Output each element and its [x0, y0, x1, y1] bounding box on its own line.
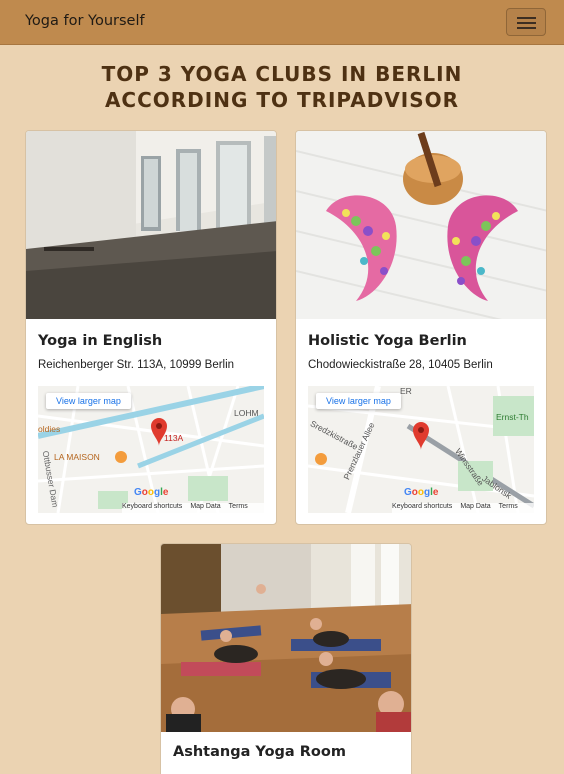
map-label-place: LA MAISON: [54, 452, 100, 462]
map-data-link[interactable]: Map Data: [190, 503, 220, 510]
club-card-yoga-in-english: Yoga in English Reichenberger Str. 113A,…: [25, 130, 277, 525]
map-label-area: oldies: [38, 424, 61, 434]
keyboard-shortcuts-link[interactable]: Keyboard shortcuts: [122, 503, 182, 510]
club-card-holistic-yoga-berlin: Holistic Yoga Berlin Chodowieckistraße 2…: [295, 130, 547, 525]
page-title: TOP 3 YOGA CLUBS IN BERLIN ACCORDING TO …: [101, 62, 463, 112]
map-label-poi: Ernst-Th: [496, 412, 529, 422]
view-larger-map-link[interactable]: View larger map: [46, 393, 131, 409]
hamburger-line: [517, 22, 536, 24]
terms-link[interactable]: Terms: [229, 503, 248, 510]
google-logo: Google: [404, 487, 439, 498]
studio-photo: [26, 131, 276, 319]
club-name: Ashtanga Yoga Room: [173, 744, 346, 760]
club-name: Yoga in English: [38, 333, 163, 349]
map-label-street: LOHM: [234, 408, 259, 418]
google-map[interactable]: View larger map ER Ernst-Th Sredzkistraß…: [308, 386, 534, 513]
map-label-top: ER: [400, 386, 412, 396]
map-footer: Keyboard shortcuts Map Data Terms: [122, 503, 264, 513]
meditation-pillows-photo: [296, 131, 546, 319]
map-footer: Keyboard shortcuts Map Data Terms: [392, 503, 534, 513]
google-logo: Google: [134, 487, 169, 498]
keyboard-shortcuts-link[interactable]: Keyboard shortcuts: [392, 503, 452, 510]
navbar: Yoga for Yourself: [0, 0, 564, 45]
club-name: Holistic Yoga Berlin: [308, 333, 467, 349]
yoga-class-photo: [161, 544, 411, 732]
club-address: Chodowieckistraße 28, 10405 Berlin: [308, 359, 493, 371]
hamburger-icon: [517, 17, 536, 19]
brand-logo-text[interactable]: Yoga for Yourself: [25, 13, 145, 29]
terms-link[interactable]: Terms: [499, 503, 518, 510]
map-label-marker: 113A: [164, 433, 184, 443]
view-larger-map-link[interactable]: View larger map: [316, 393, 401, 409]
map-data-link[interactable]: Map Data: [460, 503, 490, 510]
club-card-ashtanga-yoga-room: Ashtanga Yoga Room: [160, 543, 412, 774]
club-address: Reichenberger Str. 113A, 10999 Berlin: [38, 359, 235, 371]
menu-toggle-button[interactable]: [506, 8, 546, 36]
hamburger-line: [517, 27, 536, 29]
google-map[interactable]: View larger map LOHM oldies LA MAISON 11…: [38, 386, 264, 513]
